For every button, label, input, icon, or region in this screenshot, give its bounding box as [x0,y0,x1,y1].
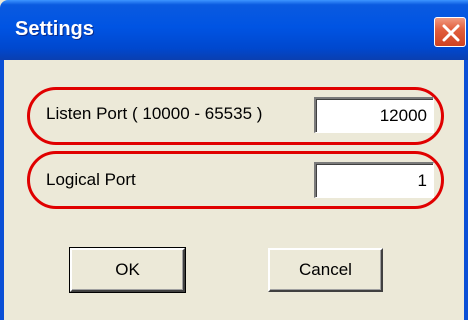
logical-port-label: Logical Port [46,170,136,189]
window-frame-right [464,60,468,320]
listen-port-label: Listen Port ( 10000 - 65535 ) [46,104,263,123]
window-title: Settings [15,18,94,40]
close-icon [442,24,460,42]
listen-port-field[interactable]: 12000 [314,97,434,133]
close-button[interactable] [434,17,466,47]
title-bar[interactable]: Settings [0,0,468,60]
cancel-button-label: Cancel [299,260,352,279]
window-frame-left [0,60,4,320]
settings-dialog: Settings Listen Port ( 10000 - 65535 ) 1… [0,0,468,320]
ok-button-label: OK [115,260,140,279]
logical-port-field[interactable]: 1 [314,162,434,198]
ok-button[interactable]: OK [69,247,186,293]
cancel-button[interactable]: Cancel [268,248,383,292]
